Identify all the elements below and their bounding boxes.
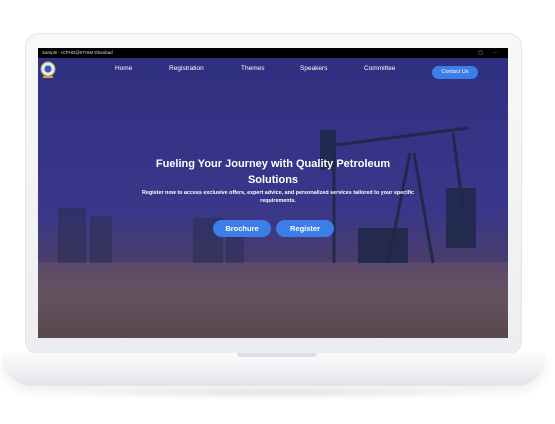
more-options-icon[interactable]: ··· — [493, 48, 498, 58]
contact-us-button[interactable]: Contact Us — [432, 66, 478, 79]
nav-speakers[interactable]: Speakers — [300, 65, 327, 72]
nav-registration[interactable]: Registration — [169, 65, 204, 72]
hero-headline: Fueling Your Journey with Quality Petrol… — [155, 158, 391, 186]
laptop-notch — [237, 353, 317, 357]
register-button[interactable]: Register — [276, 220, 334, 237]
laptop-screen: Sample - ICPHD@IITISM Dhanbad ▢ ··· Home… — [38, 48, 508, 338]
nav-home[interactable]: Home — [115, 65, 132, 72]
nav-committee[interactable]: Committee — [364, 65, 395, 72]
window-icon[interactable]: ▢ — [478, 48, 483, 58]
laptop-shadow — [40, 386, 510, 400]
top-nav: Home Registration Themes Speakers Commit… — [38, 58, 508, 82]
brochure-button[interactable]: Brochure — [213, 220, 271, 237]
hero-subtext: Register now to access exclusive offers,… — [141, 190, 415, 204]
nav-themes[interactable]: Themes — [241, 65, 264, 72]
logo[interactable] — [40, 61, 56, 79]
window-title: Sample - ICPHD@IITISM Dhanbad — [42, 50, 113, 55]
browser-titlebar: Sample - ICPHD@IITISM Dhanbad ▢ ··· — [38, 48, 508, 58]
laptop-base — [2, 353, 546, 386]
